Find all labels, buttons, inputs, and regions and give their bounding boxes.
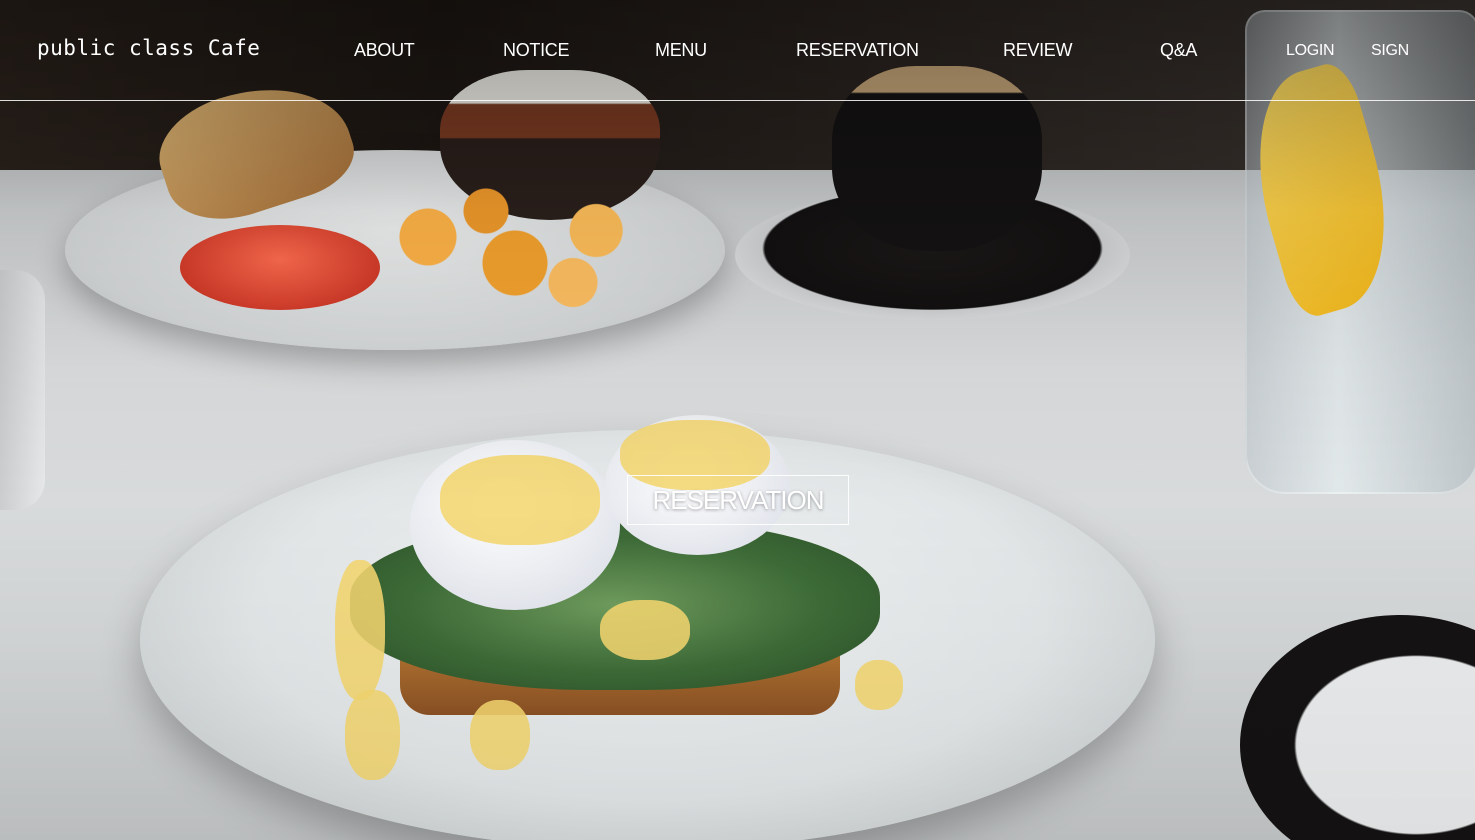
nav-review[interactable]: REVIEW	[1003, 40, 1073, 61]
nav-reservation[interactable]: RESERVATION	[796, 40, 919, 61]
nav-notice[interactable]: NOTICE	[503, 40, 570, 61]
nav-about[interactable]: ABOUT	[354, 40, 415, 61]
sign-link[interactable]: SIGN	[1371, 42, 1409, 60]
login-link[interactable]: LOGIN	[1286, 42, 1335, 60]
site-logo[interactable]: public class Cafe	[37, 36, 260, 60]
nav-menu[interactable]: MENU	[655, 40, 707, 61]
hero-overlay	[0, 0, 1475, 840]
nav-qna[interactable]: Q&A	[1160, 40, 1197, 61]
hero-section: public class Cafe ABOUT NOTICE MENU RESE…	[0, 0, 1475, 840]
site-header: public class Cafe ABOUT NOTICE MENU RESE…	[0, 0, 1475, 101]
reservation-button[interactable]: RESERVATION	[627, 475, 849, 525]
